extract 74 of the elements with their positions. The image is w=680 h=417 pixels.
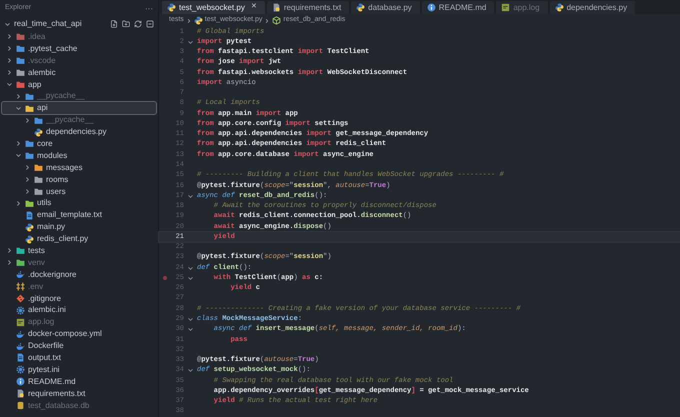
info-icon xyxy=(426,3,436,12)
tree-item[interactable]: app xyxy=(2,78,156,90)
chevron-right-icon xyxy=(15,140,22,148)
tree-item[interactable]: docker-compose.yml xyxy=(2,328,156,340)
tree-item[interactable]: .gitignore xyxy=(2,292,156,304)
tree-item[interactable]: .dockerignore xyxy=(2,268,156,281)
document-icon xyxy=(16,353,25,362)
tree-item[interactable]: alembic.ini xyxy=(2,304,156,316)
python-icon xyxy=(356,3,366,12)
editor-tab[interactable]: requirements.txt xyxy=(266,1,350,14)
editor-tab[interactable]: dependencies.py xyxy=(550,1,636,14)
chevron-down-icon xyxy=(6,81,13,88)
collapse-icon[interactable] xyxy=(146,20,154,28)
info-icon xyxy=(16,377,25,386)
fold-chevron-icon[interactable] xyxy=(187,316,194,323)
tree-item[interactable]: core xyxy=(2,138,156,150)
tree-item[interactable]: messages xyxy=(2,162,156,174)
whale-icon xyxy=(16,330,25,339)
whale-icon xyxy=(16,342,25,351)
document-icon xyxy=(272,3,281,12)
python-icon xyxy=(554,3,564,12)
editor-tab[interactable]: database.py xyxy=(351,1,420,14)
python-icon xyxy=(194,16,203,26)
fold-chevron-icon[interactable] xyxy=(187,367,194,374)
python-icon xyxy=(34,128,43,137)
fold-chevron-icon[interactable] xyxy=(187,264,194,272)
tree-item[interactable]: .pytest_cache xyxy=(2,42,156,55)
tree-item[interactable]: users xyxy=(2,186,156,198)
settings-icon xyxy=(16,282,25,292)
editor-tab[interactable]: README.md xyxy=(422,1,494,14)
tree-item[interactable]: modules xyxy=(2,150,156,162)
fold-chevron-icon[interactable] xyxy=(187,192,194,200)
gear-icon xyxy=(16,306,25,315)
whale-icon xyxy=(16,270,25,280)
chevron-down-icon xyxy=(15,152,22,160)
fold-chevron-icon[interactable] xyxy=(187,38,194,46)
tree-item[interactable]: rooms xyxy=(2,174,156,186)
tree-item[interactable]: README.md xyxy=(2,376,156,388)
cube-icon xyxy=(272,16,282,26)
tree-item[interactable]: main.py xyxy=(2,221,156,234)
new-file-icon[interactable] xyxy=(110,20,118,28)
tree-item[interactable]: Dockerfile xyxy=(2,340,156,352)
chevron-right-icon xyxy=(24,116,31,124)
tree-item[interactable]: dependencies.py xyxy=(2,126,156,138)
document-icon xyxy=(16,389,25,398)
tree-item[interactable]: api xyxy=(2,102,156,114)
refresh-icon[interactable] xyxy=(134,20,142,28)
tree-item[interactable]: tests xyxy=(2,245,156,257)
fold-chevron-icon[interactable] xyxy=(187,326,194,334)
more-button[interactable]: ··· xyxy=(145,2,153,14)
tree-item[interactable]: alembic xyxy=(2,66,156,79)
tree-item[interactable]: pytest.ini xyxy=(2,364,156,376)
python-icon xyxy=(167,3,176,12)
chevron-right-icon xyxy=(264,18,270,24)
project-root[interactable]: real_time_chat_api xyxy=(0,18,110,30)
python-icon xyxy=(25,234,34,244)
chevron-right-icon xyxy=(186,18,192,24)
note-icon xyxy=(501,3,510,12)
chevron-down-icon xyxy=(15,104,22,112)
note-icon xyxy=(16,318,25,327)
chevron-right-icon xyxy=(15,92,22,100)
diamond-icon xyxy=(16,294,25,304)
tree-item[interactable]: email_template.txt xyxy=(2,209,156,222)
new-folder-icon[interactable] xyxy=(122,20,130,28)
tree-item[interactable]: output.txt xyxy=(2,352,156,364)
python-icon xyxy=(25,222,34,232)
document-icon xyxy=(25,210,34,220)
fold-chevron-icon[interactable] xyxy=(187,274,194,282)
tree-item[interactable]: requirements.txt xyxy=(2,388,156,400)
tree-item[interactable]: redis_client.py xyxy=(2,233,156,246)
database-icon xyxy=(16,401,25,410)
gear-icon xyxy=(16,365,25,374)
chevron-down-icon xyxy=(4,20,11,28)
tree-item[interactable]: utils xyxy=(2,197,156,210)
